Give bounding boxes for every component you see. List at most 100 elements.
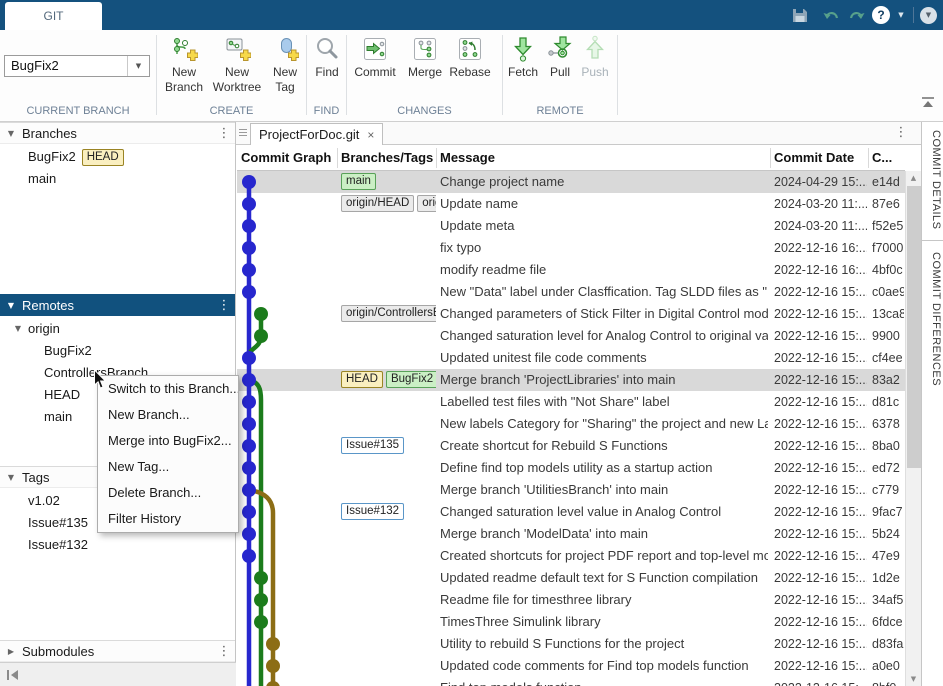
tab-commit-differences[interactable]: COMMIT DIFFERENCES [926,252,942,386]
sidebar-item-main[interactable]: main [44,406,72,428]
current-branch-combo[interactable]: BugFix2 ▼ [4,55,150,77]
column-header-message[interactable]: Message [440,145,495,170]
sidebar-item-v1.02[interactable]: v1.02 [28,490,60,512]
toolbar-button-rebase[interactable]: Rebase [445,35,495,80]
sidebar-section-branches[interactable]: ▼Branches⋮ [0,122,235,144]
sidebar-item-label: Issue#135 [28,515,88,530]
sidebar-section-submodules[interactable]: ▶Submodules⋮ [0,640,235,662]
column-header-branches-tags[interactable]: Branches/Tags [341,145,433,170]
section-menu-icon[interactable]: ⋮ [213,126,235,141]
table-row[interactable]: Updated readme default text for S Functi… [237,567,905,589]
toolbar-button-push[interactable]: Push [576,35,614,80]
sidebar-item-bugfix2[interactable]: BugFix2 [44,340,92,362]
sidebar-item-issue#132[interactable]: Issue#132 [28,534,88,556]
chevron-down-icon[interactable]: ▼ [0,301,22,310]
help-caret-icon[interactable]: ▼ [894,6,908,24]
table-row[interactable]: fix typo2022-12-16 16:...f7000 [237,237,905,259]
menu-item-delete-branch[interactable]: Delete Branch... [98,480,238,506]
table-row[interactable]: Updated unitest file code comments2022-1… [237,347,905,369]
chevron-down-icon[interactable]: ▼ [0,129,22,138]
toolbar-group-label: CHANGES [347,105,502,117]
branches-tags-cell: main [341,173,436,192]
sidebar-item-main[interactable]: main [28,168,56,190]
scrollbar-thumb[interactable] [907,186,921,468]
table-row[interactable]: New "Data" label under Clasffication. Ta… [237,281,905,303]
chevron-down-icon[interactable]: ▼ [0,473,22,482]
sidebar-item-label: BugFix2 [44,343,92,358]
save-icon[interactable] [790,6,810,24]
table-row[interactable]: origin/ControllersBranchChanged paramete… [237,303,905,325]
toolbar-button-new-worktree[interactable]: NewWorktree [206,35,268,95]
menu-item-new-branch[interactable]: New Branch... [98,402,238,428]
column-header-commit-date[interactable]: Commit Date [774,145,854,170]
table-row[interactable]: Changed saturation level for Analog Cont… [237,325,905,347]
redo-icon[interactable] [846,6,868,24]
table-row[interactable]: Updated code comments for Find top model… [237,655,905,677]
help-icon[interactable]: ? [872,6,890,24]
document-bar-grip-icon[interactable] [238,127,248,139]
table-row[interactable]: HEADBugFix2origin/BugFix2Merge branch 'P… [237,369,905,391]
chevron-right-icon[interactable]: ▶ [0,647,22,656]
table-row[interactable]: Update meta2024-03-20 11:...f52e5 [237,215,905,237]
tabbar-menu-icon[interactable]: ⋮ [894,125,908,140]
table-row[interactable]: Labelled test files with "Not Share" lab… [237,391,905,413]
toolbar-button-find[interactable]: Find [308,35,346,80]
sidebar-item-label: HEAD [44,387,80,402]
toolbar-button-commit[interactable]: Commit [349,35,401,80]
column-header-commit-graph[interactable]: Commit Graph [241,145,331,170]
menu-item-new-tag[interactable]: New Tag... [98,454,238,480]
toolbar-button-new-tag[interactable]: NewTag [265,35,305,95]
menu-item-merge-into-bugfix2[interactable]: Merge into BugFix2... [98,428,238,454]
ribbon-tab-git[interactable]: GIT [5,2,102,30]
commit-hash: c0ae9 [872,281,904,303]
combo-dropdown-arrow[interactable]: ▼ [127,56,149,76]
table-row[interactable]: Readme file for timesthree library2022-1… [237,589,905,611]
chevron-down-icon[interactable]: ▼ [10,318,26,340]
table-row[interactable]: TimesThree Simulink library2022-12-16 15… [237,611,905,633]
sidebar-item-issue#135[interactable]: Issue#135 [28,512,88,534]
commit-date: 2022-12-16 16:... [774,237,867,259]
commit-date: 2022-12-16 15:... [774,457,867,479]
table-row[interactable]: Merge branch 'UtilitiesBranch' into main… [237,479,905,501]
table-scrollbar[interactable]: ▲ ▼ [905,171,921,686]
toolbar-button-label: Find [315,65,338,80]
table-row[interactable]: Merge branch 'ModelData' into main2022-1… [237,523,905,545]
sidebar-item-head[interactable]: HEAD [44,384,80,406]
collapse-panel-icon[interactable] [6,669,20,681]
vtab-divider [922,240,943,241]
section-menu-icon[interactable]: ⋮ [213,298,235,313]
toolbar-button-merge[interactable]: Merge [402,35,448,80]
toolbar-button-fetch[interactable]: Fetch [503,35,543,80]
commit-date: 2022-12-16 15:... [774,303,867,325]
table-row[interactable]: Find top models function2022-12-16 15:..… [237,677,905,686]
branch-badge: main [341,173,376,190]
tab-commit-details[interactable]: COMMIT DETAILS [926,130,942,230]
panel-menu-icon[interactable]: ▼ [920,6,937,24]
close-icon[interactable]: × [367,128,374,142]
column-header-c-[interactable]: C... [872,145,892,170]
undo-icon[interactable] [820,6,842,24]
menu-item-filter-history[interactable]: Filter History [98,506,238,532]
sidebar-item-bugfix2[interactable]: BugFix2HEAD [28,146,127,168]
commit-message: Updated readme default text for S Functi… [440,567,768,589]
menu-item-switch-to-this-branch[interactable]: Switch to this Branch... [98,376,238,402]
table-row[interactable]: modify readme file2022-12-16 16:...4bf0c [237,259,905,281]
table-row[interactable]: Issue#135Create shortcut for Rebuild S F… [237,435,905,457]
toolbar-button-new-branch[interactable]: NewBranch [160,35,208,95]
collapse-ribbon-button[interactable] [920,96,936,110]
scroll-down-icon[interactable]: ▼ [906,672,921,686]
table-row[interactable]: Issue#132Changed saturation level value … [237,501,905,523]
toolbar-group-separator [346,35,347,115]
scroll-up-icon[interactable]: ▲ [906,171,921,185]
sidebar-section-remotes[interactable]: ▼Remotes⋮ [0,294,235,316]
sidebar-item-origin[interactable]: ▼origin [28,318,60,340]
table-row[interactable]: New labels Category for "Sharing" the pr… [237,413,905,435]
table-row[interactable]: origin/HEADorigin/mainUpdate name2024-03… [237,193,905,215]
document-tab-projectfordoc[interactable]: ProjectForDoc.git × [250,123,383,145]
table-row[interactable]: Utility to rebuild S Functions for the p… [237,633,905,655]
section-menu-icon[interactable]: ⋮ [213,644,235,659]
table-row[interactable]: Created shortcuts for project PDF report… [237,545,905,567]
table-row[interactable]: mainChange project name2024-04-29 15:...… [237,171,905,193]
table-row[interactable]: Define find top models utility as a star… [237,457,905,479]
toolbar-button-pull[interactable]: Pull [543,35,577,80]
